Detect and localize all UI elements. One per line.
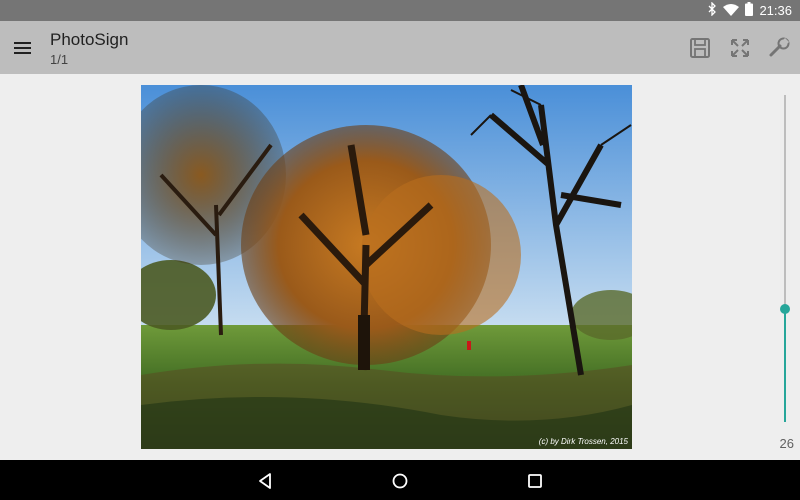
- hamburger-menu-icon: [14, 42, 31, 54]
- fullscreen-icon: [731, 39, 749, 57]
- wrench-icon: [769, 37, 790, 57]
- page-counter: 1/1: [50, 52, 69, 67]
- status-bar: 21:36: [0, 0, 800, 21]
- wifi-icon: [723, 3, 740, 19]
- recents-icon: [528, 474, 542, 488]
- home-icon: [392, 473, 408, 489]
- status-time: 21:36: [759, 3, 792, 18]
- recents-button[interactable]: [524, 470, 546, 492]
- slider-value: 26: [779, 436, 794, 451]
- status-icons: 21:36: [707, 1, 792, 19]
- size-slider-track[interactable]: [784, 95, 786, 309]
- home-button[interactable]: [389, 470, 411, 492]
- system-nav-bar: [0, 460, 800, 500]
- photo-preview[interactable]: (c) by Dirk Trossen, 2015: [141, 85, 632, 449]
- settings-button[interactable]: [767, 35, 793, 61]
- app-bar: PhotoSign 1/1: [0, 21, 800, 74]
- fullscreen-button[interactable]: [727, 35, 753, 61]
- battery-icon: [745, 2, 754, 19]
- size-slider-thumb[interactable]: [780, 304, 790, 314]
- app-title: PhotoSign: [50, 30, 129, 49]
- menu-button[interactable]: [11, 37, 33, 59]
- size-slider-fill: [784, 309, 786, 422]
- save-button[interactable]: [687, 35, 713, 61]
- save-icon: [690, 38, 710, 58]
- back-button[interactable]: [254, 470, 276, 492]
- back-icon: [259, 473, 271, 489]
- autumn-park-photo: (c) by Dirk Trossen, 2015: [141, 85, 632, 449]
- photo-watermark: (c) by Dirk Trossen, 2015: [539, 437, 629, 446]
- bluetooth-icon: [707, 1, 717, 19]
